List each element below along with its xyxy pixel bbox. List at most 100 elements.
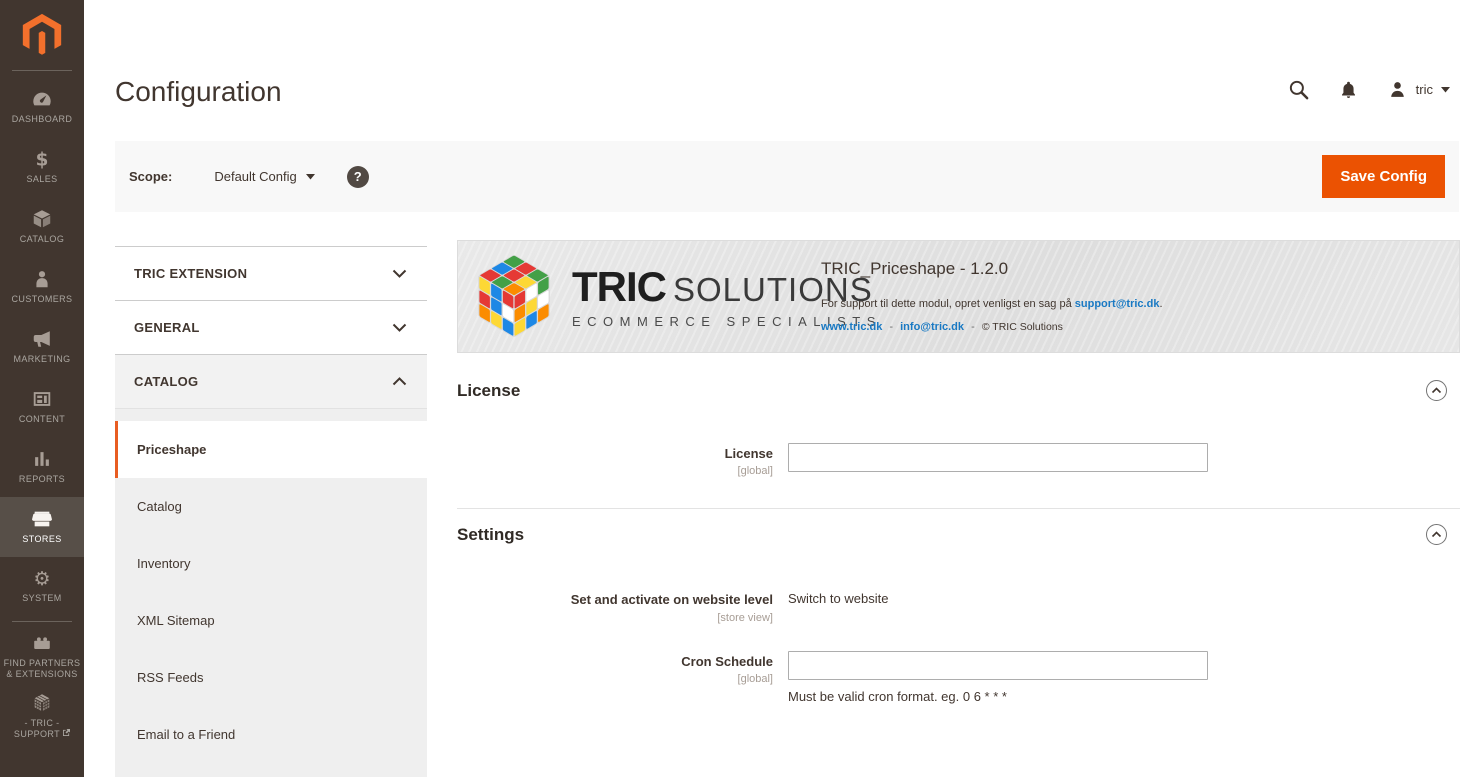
license-collapse-button[interactable] xyxy=(1426,380,1447,401)
tric-cube-icon xyxy=(31,692,53,714)
marketing-icon xyxy=(31,328,53,350)
config-nav-children: Priceshape Catalog Inventory XML Sitemap… xyxy=(115,408,427,777)
tric-banner: TRIC SOLUTIONS ECOMMERCE SPECIALISTS TRI… xyxy=(457,240,1460,353)
chevron-down-icon xyxy=(1441,87,1450,93)
config-nav-item-priceshape[interactable]: Priceshape xyxy=(115,421,427,478)
sidebar-nav: DASHBOARD $ SALES CATALOG CUSTOMERS MARK… xyxy=(0,77,84,746)
tric-info-email-link[interactable]: info@tric.dk xyxy=(900,321,964,333)
cron-schedule-label: Cron Schedule xyxy=(457,654,773,670)
website-level-label: Set and activate on website level xyxy=(457,592,773,608)
sidebar-item-label: - TRIC -SUPPORT xyxy=(14,718,70,741)
config-nav-item-inventory[interactable]: Inventory xyxy=(115,535,427,592)
license-field-label-col: License [global] xyxy=(457,443,773,477)
magento-logo[interactable] xyxy=(0,0,84,62)
sidebar-item-marketing[interactable]: MARKETING xyxy=(0,317,84,377)
search-button[interactable] xyxy=(1287,78,1310,101)
save-config-button[interactable]: Save Config xyxy=(1322,155,1445,198)
vendor-links: www.tric.dk - info@tric.dk - © TRIC Solu… xyxy=(821,321,1163,333)
website-level-row: Set and activate on website level [store… xyxy=(457,589,1460,623)
notifications-button[interactable] xyxy=(1338,79,1359,101)
sidebar-item-label: REPORTS xyxy=(19,474,65,485)
scope-label: Scope: xyxy=(129,169,172,184)
support-line: For support til dette modul, opret venli… xyxy=(821,298,1163,310)
account-menu[interactable]: tric xyxy=(1387,79,1450,100)
chevron-down-icon xyxy=(306,174,315,180)
sidebar-item-label: CATALOG xyxy=(20,234,64,245)
settings-collapse-button[interactable] xyxy=(1426,524,1447,545)
sidebar-item-find-partners[interactable]: FIND PARTNERS& EXTENSIONS xyxy=(0,626,84,686)
config-section-nav: TRIC EXTENSION GENERAL CATALOG Priceshap… xyxy=(115,246,427,777)
config-nav-section-tric-extension[interactable]: TRIC EXTENSION xyxy=(115,246,427,300)
chevron-down-icon xyxy=(392,269,407,278)
help-icon[interactable]: ? xyxy=(347,166,369,188)
scope-toolbar: Scope: Default Config ? Save Config xyxy=(115,141,1459,212)
cron-schedule-label-col: Cron Schedule [global] xyxy=(457,651,773,685)
section-divider xyxy=(457,508,1460,509)
sidebar-divider xyxy=(12,621,72,622)
sidebar-item-reports[interactable]: REPORTS xyxy=(0,437,84,497)
sidebar-item-system[interactable]: ⚙ SYSTEM xyxy=(0,557,84,617)
sidebar-item-content[interactable]: CONTENT xyxy=(0,377,84,437)
dashboard-icon xyxy=(31,88,53,110)
sidebar-item-label: FIND PARTNERS& EXTENSIONS xyxy=(4,658,81,681)
chevron-up-icon xyxy=(1431,387,1442,394)
sidebar-item-label: SYSTEM xyxy=(22,593,61,604)
sidebar-item-label: CUSTOMERS xyxy=(12,294,73,305)
sidebar-item-sales[interactable]: $ SALES xyxy=(0,137,84,197)
chevron-up-icon xyxy=(392,377,407,386)
sidebar-item-catalog[interactable]: CATALOG xyxy=(0,197,84,257)
config-nav-section-general[interactable]: GENERAL xyxy=(115,300,427,354)
config-main: TRIC SOLUTIONS ECOMMERCE SPECIALISTS TRI… xyxy=(457,240,1460,704)
license-field-row: License [global] xyxy=(457,443,1460,477)
scope-value: Default Config xyxy=(214,169,296,184)
settings-section-heading: Settings xyxy=(457,524,1460,545)
bell-icon xyxy=(1338,79,1359,101)
sidebar-item-customers[interactable]: CUSTOMERS xyxy=(0,257,84,317)
config-nav-item-xml-sitemap[interactable]: XML Sitemap xyxy=(115,592,427,649)
copyright-text: © TRIC Solutions xyxy=(982,321,1063,333)
license-field-label: License xyxy=(457,446,773,462)
system-gear-icon: ⚙ xyxy=(33,570,50,589)
config-nav-item-catalog[interactable]: Catalog xyxy=(115,478,427,535)
cron-schedule-row: Cron Schedule [global] Must be valid cro… xyxy=(457,651,1460,704)
user-avatar-icon xyxy=(1387,79,1408,100)
license-input[interactable] xyxy=(788,443,1208,472)
cron-schedule-input[interactable] xyxy=(788,651,1208,680)
customers-icon xyxy=(31,268,53,290)
partners-brick-icon xyxy=(31,632,53,654)
header-actions: tric xyxy=(1287,78,1450,101)
config-nav-section-catalog[interactable]: CATALOG xyxy=(115,354,427,408)
account-username: tric xyxy=(1416,82,1433,97)
module-title: TRIC_Priceshape - 1.2.0 xyxy=(821,259,1163,279)
scope-selector[interactable]: Default Config xyxy=(214,169,314,184)
chevron-up-icon xyxy=(1431,531,1442,538)
reports-icon xyxy=(31,448,53,470)
page-title: Configuration xyxy=(115,76,282,108)
switch-to-website-link[interactable]: Switch to website xyxy=(788,589,1460,606)
website-level-label-col: Set and activate on website level [store… xyxy=(457,589,773,623)
sidebar-item-stores[interactable]: STORES xyxy=(0,497,84,557)
license-field-scope: [global] xyxy=(457,465,773,477)
sidebar-item-dashboard[interactable]: DASHBOARD xyxy=(0,77,84,137)
chevron-down-icon xyxy=(392,323,407,332)
cron-schedule-scope: [global] xyxy=(457,673,773,685)
catalog-icon xyxy=(31,208,53,230)
cron-format-note: Must be valid cron format. eg. 0 6 * * * xyxy=(788,689,1460,704)
sidebar-item-label: MARKETING xyxy=(13,354,70,365)
external-link-icon xyxy=(63,729,70,736)
sidebar-item-label: CONTENT xyxy=(19,414,65,425)
configuration-page: DASHBOARD $ SALES CATALOG CUSTOMERS MARK… xyxy=(0,0,1474,777)
sidebar-divider xyxy=(12,70,72,71)
website-level-scope: [store view] xyxy=(457,612,773,624)
content-icon xyxy=(31,388,53,410)
brand-name-bold: TRIC xyxy=(572,263,666,311)
stores-icon xyxy=(31,508,53,530)
config-nav-item-email-to-a-friend[interactable]: Email to a Friend xyxy=(115,706,427,763)
sidebar-item-tric-support[interactable]: - TRIC -SUPPORT xyxy=(0,686,84,746)
tric-website-link[interactable]: www.tric.dk xyxy=(821,321,882,333)
module-info: TRIC_Priceshape - 1.2.0 For support til … xyxy=(821,259,1163,333)
app-sidebar: DASHBOARD $ SALES CATALOG CUSTOMERS MARK… xyxy=(0,0,84,777)
config-nav-item-rss-feeds[interactable]: RSS Feeds xyxy=(115,649,427,706)
license-section-heading: License xyxy=(457,380,1460,401)
support-email-link[interactable]: support@tric.dk xyxy=(1075,298,1160,310)
